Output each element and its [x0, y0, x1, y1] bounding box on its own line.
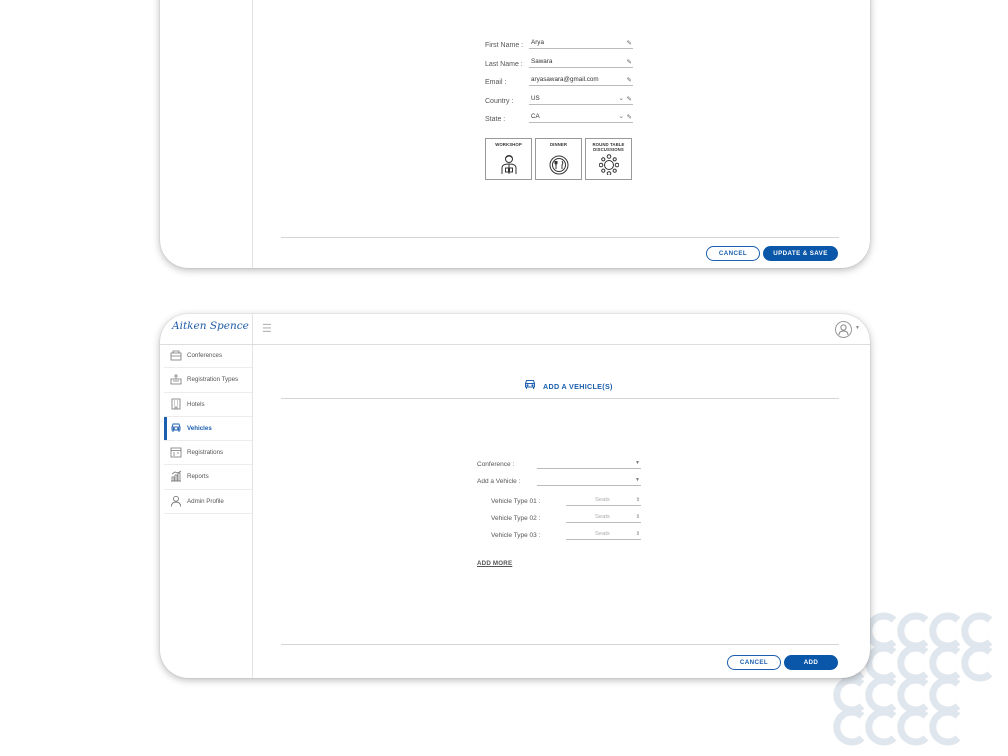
registrations-icon [170, 447, 182, 458]
conference-label: Conference : [477, 461, 515, 468]
profile-form: First Name : Arya ✎ Last Name : Sawara ✎… [485, 36, 635, 129]
add-more-link[interactable]: ADD MORE [477, 560, 512, 567]
add-vehicle-label: Add a Vehicle : [477, 478, 521, 485]
country-label: Country : [485, 97, 514, 105]
event-options: WORKSHOP DINNER ROUND TABLE DISCUSSIONS [485, 138, 635, 182]
option-workshop[interactable]: WORKSHOP [485, 138, 532, 180]
pencil-icon[interactable]: ✎ [627, 76, 632, 84]
sidebar-item-label: Registration Types [187, 376, 239, 384]
person-icon [501, 155, 517, 174]
email-row: Email : aryasawara@gmail.com ✎ [485, 73, 635, 92]
conference-select[interactable]: ▼ [537, 460, 641, 469]
sidebar-item-hotels[interactable]: Hotels [164, 393, 252, 417]
seats-placeholder: Seats [595, 514, 610, 520]
email-value: aryasawara@gmail.com [531, 76, 599, 83]
chevron-down-icon[interactable]: ⌄ [619, 94, 624, 102]
sidebar-item-admin-profile[interactable]: Admin Profile [164, 490, 252, 515]
divider [281, 398, 839, 399]
sidebar-item-reports[interactable]: Reports [164, 465, 252, 490]
user-icon [171, 495, 181, 507]
registration-type-icon [170, 374, 182, 385]
state-label: State : [485, 116, 506, 123]
add-vehicle-card: Aitken Spence ☰ ▼ Conferences Registrati… [160, 314, 870, 678]
option-label: DINNER [549, 142, 568, 147]
pencil-icon[interactable]: ✎ [627, 39, 632, 47]
vehicle-type-label: Vehicle Type 03 : [491, 532, 541, 539]
plate-cutlery-icon [549, 155, 569, 175]
country-row: Country : US ⌄ ✎ [485, 92, 635, 111]
last-name-field[interactable]: Sawara ✎ [529, 58, 633, 68]
first-name-field[interactable]: Arya ✎ [529, 39, 633, 49]
seats-stepper[interactable]: Seats ⇕ [566, 531, 641, 540]
pencil-icon[interactable]: ✎ [627, 58, 632, 66]
seats-placeholder: Seats [595, 497, 610, 503]
conference-icon [170, 350, 182, 361]
vehicle-icon [171, 423, 181, 432]
stepper-arrows-icon[interactable]: ⇕ [636, 497, 640, 503]
reports-icon [171, 471, 182, 482]
chevron-down-icon: ▼ [635, 460, 640, 466]
sidebar-item-label: Admin Profile [187, 497, 224, 505]
seats-stepper[interactable]: Seats ⇕ [566, 497, 641, 506]
first-name-value: Arya [531, 39, 544, 46]
country-value: US [531, 94, 540, 102]
sidebar-item-registration-types[interactable]: Registration Types [164, 368, 252, 393]
add-button[interactable]: ADD [784, 655, 838, 670]
sidebar-item-registrations[interactable]: Registrations [164, 441, 252, 466]
user-icon [838, 324, 849, 336]
option-label: WORKSHOP [495, 142, 522, 147]
seats-placeholder: Seats [595, 531, 610, 537]
stepper-arrows-icon[interactable]: ⇕ [636, 514, 640, 520]
chevron-down-icon[interactable]: ⌄ [619, 112, 624, 120]
avatar[interactable] [835, 321, 852, 338]
first-name-row: First Name : Arya ✎ [485, 36, 635, 55]
round-table-icon [599, 154, 619, 175]
last-name-value: Sawara [531, 57, 553, 65]
state-value: CA [531, 113, 540, 120]
country-select[interactable]: US ⌄ ✎ [529, 95, 633, 105]
option-dinner[interactable]: DINNER [535, 138, 582, 180]
sidebar-item-label: Conferences [187, 352, 223, 359]
pencil-icon[interactable]: ✎ [627, 95, 632, 103]
sidebar-item-vehicles[interactable]: Vehicles [164, 416, 252, 442]
profile-edit-card: First Name : Arya ✎ Last Name : Sawara ✎… [160, 0, 870, 268]
last-name-row: Last Name : Sawara ✎ [485, 55, 635, 74]
vehicle-type-label: Vehicle Type 02 : [491, 515, 541, 522]
sidebar-item-label: Registrations [187, 449, 224, 457]
sidebar-item-label: Hotels [187, 400, 205, 408]
vehicle-type-label: Vehicle Type 01 : [491, 498, 541, 505]
cancel-button[interactable]: CANCEL [727, 655, 781, 670]
last-name-label: Last Name : [485, 60, 523, 68]
update-save-button[interactable]: UPDATE & SAVE [763, 246, 838, 261]
chevron-down-icon[interactable]: ▼ [855, 325, 860, 331]
top-bar: Aitken Spence ☰ ▼ [160, 314, 870, 345]
hotel-icon [171, 398, 181, 409]
first-name-label: First Name : [485, 42, 524, 49]
chevron-down-icon: ▼ [635, 477, 640, 483]
divider [281, 237, 839, 238]
vehicle-icon [525, 380, 535, 389]
state-row: State : CA ⌄ ✎ [485, 110, 635, 129]
add-vehicle-select[interactable]: ▼ [537, 477, 641, 486]
sidebar-item-label: Vehicles [187, 424, 212, 432]
sidebar-item-conferences[interactable]: Conferences [164, 344, 252, 369]
sidebar-item-label: Reports [187, 473, 209, 481]
seats-stepper[interactable]: Seats ⇕ [566, 514, 641, 523]
option-round-table[interactable]: ROUND TABLE DISCUSSIONS [585, 138, 632, 180]
cancel-button[interactable]: CANCEL [706, 246, 760, 261]
pencil-icon[interactable]: ✎ [627, 113, 632, 121]
hamburger-menu-icon[interactable]: ☰ [262, 322, 272, 335]
option-label: ROUND TABLE DISCUSSIONS [592, 142, 625, 152]
state-select[interactable]: CA ⌄ ✎ [529, 113, 633, 123]
email-label: Email : [485, 79, 507, 86]
stepper-arrows-icon[interactable]: ⇕ [636, 531, 640, 537]
sidebar-column [160, 0, 253, 268]
brand-logo: Aitken Spence [172, 320, 249, 332]
sidebar-nav: Conferences Registration Types Hotels Ve… [164, 344, 252, 515]
divider [281, 644, 839, 645]
page-title: ADD A VEHICLE(S) [543, 382, 613, 391]
email-field[interactable]: aryasawara@gmail.com ✎ [529, 76, 633, 86]
